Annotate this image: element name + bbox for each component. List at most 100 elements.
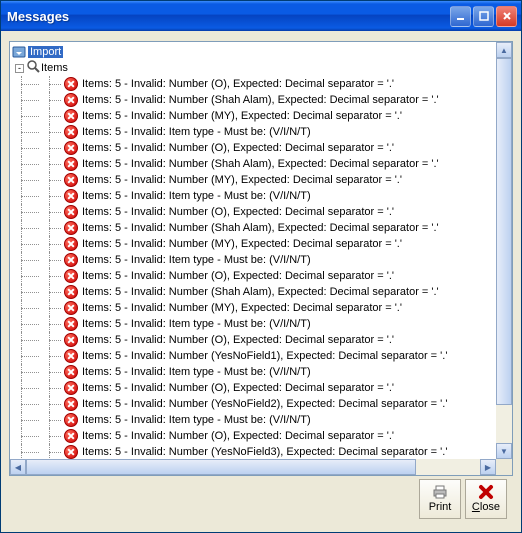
scroll-right-button[interactable]: ▶ bbox=[480, 459, 496, 475]
message-row[interactable]: Items: 5 - Invalid: Number (MY), Expecte… bbox=[12, 236, 494, 252]
error-icon bbox=[64, 349, 78, 363]
message-text: Items: 5 - Invalid: Number (O), Expected… bbox=[82, 142, 394, 154]
message-row[interactable]: Items: 5 - Invalid: Item type - Must be:… bbox=[12, 412, 494, 428]
vscroll-thumb[interactable] bbox=[496, 58, 512, 405]
horizontal-scrollbar[interactable]: ◀ ▶ bbox=[10, 459, 496, 475]
error-icon bbox=[64, 285, 78, 299]
tree-guide-icon bbox=[42, 428, 64, 444]
tree-guide-icon bbox=[42, 108, 64, 124]
message-row[interactable]: Items: 5 - Invalid: Number (O), Expected… bbox=[12, 140, 494, 156]
error-icon bbox=[64, 397, 78, 411]
message-row[interactable]: Items: 5 - Invalid: Item type - Must be:… bbox=[12, 124, 494, 140]
message-row[interactable]: Items: 5 - Invalid: Number (Shah Alam), … bbox=[12, 156, 494, 172]
tree-guide-icon bbox=[14, 380, 42, 396]
message-text: Items: 5 - Invalid: Number (Shah Alam), … bbox=[82, 286, 439, 298]
tree-guide-icon bbox=[42, 140, 64, 156]
close-x-icon bbox=[478, 483, 494, 501]
error-icon bbox=[64, 109, 78, 123]
message-text: Items: 5 - Invalid: Number (O), Expected… bbox=[82, 334, 394, 346]
tree-items-label: Items bbox=[41, 62, 68, 74]
message-row[interactable]: Items: 5 - Invalid: Number (Shah Alam), … bbox=[12, 220, 494, 236]
hscroll-track[interactable] bbox=[26, 459, 480, 475]
window-close-button[interactable] bbox=[496, 6, 517, 27]
error-icon bbox=[64, 221, 78, 235]
titlebar[interactable]: Messages bbox=[1, 1, 521, 31]
message-row[interactable]: Items: 5 - Invalid: Number (O), Expected… bbox=[12, 332, 494, 348]
close-label: Close bbox=[472, 501, 500, 515]
scroll-up-button[interactable]: ▲ bbox=[496, 42, 512, 58]
message-row[interactable]: Items: 5 - Invalid: Number (O), Expected… bbox=[12, 380, 494, 396]
message-row[interactable]: Items: 5 - Invalid: Number (O), Expected… bbox=[12, 204, 494, 220]
error-icon bbox=[64, 237, 78, 251]
content-area: Import - Items Items: 5 - Invalid: Numbe… bbox=[1, 31, 521, 532]
tree-content: Import - Items Items: 5 - Invalid: Numbe… bbox=[10, 42, 496, 459]
scroll-down-button[interactable]: ▼ bbox=[496, 443, 512, 459]
message-row[interactable]: Items: 5 - Invalid: Number (Shah Alam), … bbox=[12, 92, 494, 108]
tree-guide-icon bbox=[14, 444, 42, 459]
message-text: Items: 5 - Invalid: Number (O), Expected… bbox=[82, 206, 394, 218]
tree-guide-icon bbox=[14, 92, 42, 108]
tree-guide-icon bbox=[42, 76, 64, 92]
vertical-scrollbar[interactable]: ▲ ▼ bbox=[496, 42, 512, 459]
error-icon bbox=[64, 253, 78, 267]
messages-window: Messages Import - bbox=[0, 0, 522, 533]
tree-guide-icon bbox=[14, 316, 42, 332]
message-row[interactable]: Items: 5 - Invalid: Number (YesNoField2)… bbox=[12, 396, 494, 412]
error-icon bbox=[64, 189, 78, 203]
close-button[interactable]: Close bbox=[465, 479, 507, 519]
message-row[interactable]: Items: 5 - Invalid: Item type - Must be:… bbox=[12, 364, 494, 380]
message-row[interactable]: Items: 5 - Invalid: Item type - Must be:… bbox=[12, 188, 494, 204]
message-row[interactable]: Items: 5 - Invalid: Number (Shah Alam), … bbox=[12, 284, 494, 300]
tree-node-items[interactable]: - Items bbox=[12, 60, 494, 76]
message-row[interactable]: Items: 5 - Invalid: Number (O), Expected… bbox=[12, 268, 494, 284]
print-button[interactable]: Print bbox=[419, 479, 461, 519]
error-icon bbox=[64, 173, 78, 187]
tree-view[interactable]: Import - Items Items: 5 - Invalid: Numbe… bbox=[9, 41, 513, 476]
hscroll-thumb[interactable] bbox=[26, 459, 416, 475]
message-row[interactable]: Items: 5 - Invalid: Number (YesNoField3)… bbox=[12, 444, 494, 459]
error-icon bbox=[64, 157, 78, 171]
message-row[interactable]: Items: 5 - Invalid: Number (MY), Expecte… bbox=[12, 172, 494, 188]
tree-guide-icon bbox=[42, 172, 64, 188]
tree-guide-icon bbox=[14, 412, 42, 428]
tree-guide-icon bbox=[14, 268, 42, 284]
tree-guide-icon bbox=[14, 188, 42, 204]
message-row[interactable]: Items: 5 - Invalid: Number (MY), Expecte… bbox=[12, 108, 494, 124]
scroll-left-button[interactable]: ◀ bbox=[10, 459, 26, 475]
message-text: Items: 5 - Invalid: Number (O), Expected… bbox=[82, 78, 394, 90]
printer-icon bbox=[431, 483, 449, 501]
error-icon bbox=[64, 141, 78, 155]
message-text: Items: 5 - Invalid: Number (YesNoField2)… bbox=[82, 398, 447, 410]
tree-root-import[interactable]: Import bbox=[12, 44, 494, 60]
scrollbar-corner bbox=[496, 459, 512, 475]
error-icon bbox=[64, 333, 78, 347]
tree-guide-icon bbox=[14, 396, 42, 412]
tree-guide-icon bbox=[14, 156, 42, 172]
message-row[interactable]: Items: 5 - Invalid: Number (O), Expected… bbox=[12, 76, 494, 92]
minimize-button[interactable] bbox=[450, 6, 471, 27]
tree-guide-icon bbox=[14, 348, 42, 364]
message-text: Items: 5 - Invalid: Number (Shah Alam), … bbox=[82, 222, 439, 234]
message-row[interactable]: Items: 5 - Invalid: Number (YesNoField1)… bbox=[12, 348, 494, 364]
message-row[interactable]: Items: 5 - Invalid: Item type - Must be:… bbox=[12, 316, 494, 332]
tree-guide-icon bbox=[42, 188, 64, 204]
magnifier-icon bbox=[27, 60, 41, 77]
message-row[interactable]: Items: 5 - Invalid: Number (MY), Expecte… bbox=[12, 300, 494, 316]
maximize-button[interactable] bbox=[473, 6, 494, 27]
tree-guide-icon bbox=[14, 172, 42, 188]
tree-guide-icon bbox=[14, 204, 42, 220]
message-row[interactable]: Items: 5 - Invalid: Item type - Must be:… bbox=[12, 252, 494, 268]
message-row[interactable]: Items: 5 - Invalid: Number (O), Expected… bbox=[12, 428, 494, 444]
tree-guide-icon bbox=[42, 204, 64, 220]
message-text: Items: 5 - Invalid: Number (O), Expected… bbox=[82, 270, 394, 282]
tree-guide-icon bbox=[14, 124, 42, 140]
tree-guide-icon bbox=[42, 300, 64, 316]
tree-root-label: Import bbox=[28, 46, 63, 58]
error-icon bbox=[64, 413, 78, 427]
print-label: Print bbox=[429, 501, 452, 515]
error-icon bbox=[64, 429, 78, 443]
message-text: Items: 5 - Invalid: Number (MY), Expecte… bbox=[82, 110, 402, 122]
tree-guide-icon bbox=[42, 284, 64, 300]
collapse-icon[interactable]: - bbox=[15, 64, 24, 73]
vscroll-track[interactable] bbox=[496, 58, 512, 443]
